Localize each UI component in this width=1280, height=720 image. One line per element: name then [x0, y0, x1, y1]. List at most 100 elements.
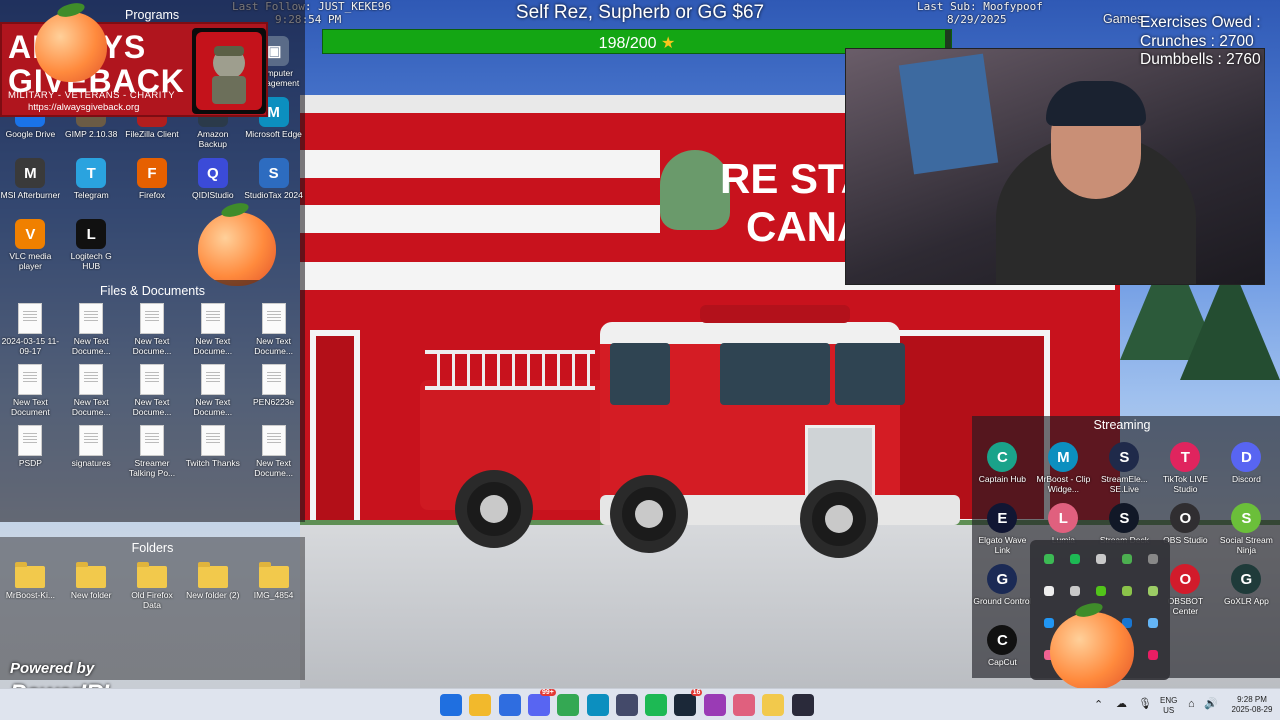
file-icon[interactable]: New Text Docume...: [182, 363, 243, 424]
tray-app-icon[interactable]: [1062, 546, 1088, 572]
streaming-app[interactable]: G GoXLR App: [1216, 562, 1277, 623]
start-icon[interactable]: [440, 694, 462, 716]
steam-icon[interactable]: 16: [674, 689, 703, 716]
studiotax-icon: S: [258, 158, 289, 188]
file-icon[interactable]: New Text Docume...: [122, 363, 183, 424]
document-icon: [139, 364, 164, 395]
streaming-app[interactable]: T TikTok LIVE Studio: [1155, 440, 1216, 501]
desktop-icon-label: StudioTax 2024: [244, 190, 303, 200]
goxlr-icon: G: [1231, 564, 1262, 594]
poster-graphic: [898, 53, 999, 175]
desktop-icon[interactable]: M MSI Afterburner: [0, 156, 61, 217]
lumia-icon[interactable]: [733, 694, 755, 716]
file-icon[interactable]: New Text Docume...: [243, 302, 304, 363]
mcl-icon[interactable]: [615, 694, 638, 716]
tray-app-icon[interactable]: [1140, 546, 1166, 572]
desktop-icon[interactable]: L Logitech G HUB: [61, 217, 122, 278]
tray-app-icon[interactable]: [1140, 610, 1166, 636]
app-icon[interactable]: [703, 694, 726, 716]
goal-progress-text: 198/200: [598, 35, 657, 52]
streaming-app[interactable]: C Captain Hub: [972, 440, 1033, 501]
ground-control-icon: G: [987, 564, 1018, 594]
folder-item[interactable]: Old Firefox Data: [122, 560, 183, 621]
notification-badge: 16: [690, 689, 703, 696]
streaming-app[interactable]: C CapCut: [972, 623, 1033, 684]
tray-app-icon[interactable]: [1114, 546, 1140, 572]
streaming-app[interactable]: S StreamEle... SE.Live: [1094, 440, 1155, 501]
document-icon: [139, 425, 164, 456]
streaming-app[interactable]: E Elgato Wave Link: [972, 501, 1033, 562]
document-icon: [139, 303, 164, 334]
chrome-icon[interactable]: [557, 694, 580, 716]
folder-item[interactable]: MrBoost-Ki...: [0, 560, 61, 621]
obs-icon: O: [1170, 503, 1201, 533]
file-icon[interactable]: signatures: [61, 424, 122, 485]
folder-label: IMG_4854: [253, 590, 294, 600]
file-icon[interactable]: New Text Docume...: [243, 424, 304, 485]
language-indicator[interactable]: ENG US: [1160, 696, 1177, 716]
obsbot-icon: O: [1170, 564, 1201, 594]
firefox-icon: F: [136, 158, 167, 188]
file-icon[interactable]: Twitch Thanks: [182, 424, 243, 485]
chevron-up-icon[interactable]: ⌃: [1094, 700, 1103, 711]
tray-app-icon[interactable]: [1036, 546, 1062, 572]
exercises-owed: Exercises Owed : Crunches : 2700 Dumbbel…: [1140, 14, 1261, 70]
streaming-app-label: CapCut: [987, 657, 1017, 667]
file-icon[interactable]: New Text Document: [0, 363, 61, 424]
folder-item[interactable]: IMG_4854: [243, 560, 304, 621]
spotify-icon[interactable]: [645, 694, 668, 716]
tray-app-icon[interactable]: [1140, 578, 1166, 604]
tray-app-icon[interactable]: [1114, 578, 1140, 604]
file-icon[interactable]: New Text Docume...: [122, 302, 183, 363]
microsoft-store-icon[interactable]: [498, 694, 521, 716]
file-icon[interactable]: New Text Docume...: [182, 302, 243, 363]
qidistudio-icon: Q: [197, 158, 228, 188]
folder-label: New folder (2): [186, 590, 240, 600]
clock[interactable]: 9:28 PM 2025-08-29: [1228, 695, 1276, 715]
file-icon[interactable]: New Text Docume...: [61, 302, 122, 363]
tray-glyph: [1148, 554, 1158, 564]
capcut-icon: C: [987, 625, 1018, 655]
volume-icon[interactable]: 🔊: [1204, 699, 1218, 710]
microphone-icon[interactable]: 🎙: [1138, 699, 1152, 710]
powered-by-text: Powered by: [10, 660, 95, 677]
desktop-icon-label: Firefox: [138, 190, 165, 200]
file-icon-label: PSDP: [18, 458, 42, 468]
file-explorer-icon[interactable]: [469, 694, 492, 716]
file-icon[interactable]: Streamer Talking Po...: [122, 424, 183, 485]
file-icon[interactable]: PEN6223e: [243, 363, 304, 424]
tray-app-icon[interactable]: [1088, 546, 1114, 572]
streaming-app[interactable]: S Social Stream Ninja: [1216, 501, 1277, 562]
fire-truck-wheel: [610, 475, 688, 553]
tray-glyph: [1122, 554, 1132, 564]
file-icon[interactable]: 2024-03-15 11-09-17: [0, 302, 61, 363]
desktop-icon[interactable]: F Firefox: [122, 156, 183, 217]
telegram-icon: T: [76, 158, 107, 188]
streaming-app[interactable]: G Ground Control: [972, 562, 1033, 623]
station-door: [310, 330, 360, 530]
msi-afterburner-icon: M: [15, 158, 46, 188]
cloud-icon[interactable]: ☁: [1116, 699, 1127, 710]
arrow-app-icon[interactable]: [791, 694, 814, 716]
desktop-icon[interactable]: T Telegram: [61, 156, 122, 217]
tray-app-icon[interactable]: [1140, 642, 1166, 668]
tray-app-icon[interactable]: [1036, 578, 1062, 604]
folder-icon: [136, 562, 167, 588]
file-icon-label: signatures: [71, 458, 111, 468]
file-icon[interactable]: PSDP: [0, 424, 61, 485]
discord-icon[interactable]: 99+: [527, 689, 556, 716]
game-icon[interactable]: [762, 694, 785, 716]
streaming-app[interactable]: D Discord: [1216, 440, 1277, 501]
folder-item[interactable]: New folder: [61, 560, 122, 621]
desktop-icon[interactable]: V VLC media player: [0, 217, 61, 278]
fire-truck-ladder: [425, 350, 595, 390]
file-icon[interactable]: New Text Docume...: [61, 363, 122, 424]
tray-app-icon[interactable]: [1088, 578, 1114, 604]
file-icon-label: New Text Docume...: [254, 336, 293, 356]
streaming-app[interactable]: M MrBoost - Clip Widge...: [1033, 440, 1094, 501]
tray-app-icon[interactable]: [1062, 578, 1088, 604]
network-icon[interactable]: ⌂: [1188, 699, 1195, 710]
desktop-icon[interactable]: S StudioTax 2024: [243, 156, 304, 217]
edge-icon[interactable]: [586, 694, 609, 716]
folder-item[interactable]: New folder (2): [182, 560, 243, 621]
